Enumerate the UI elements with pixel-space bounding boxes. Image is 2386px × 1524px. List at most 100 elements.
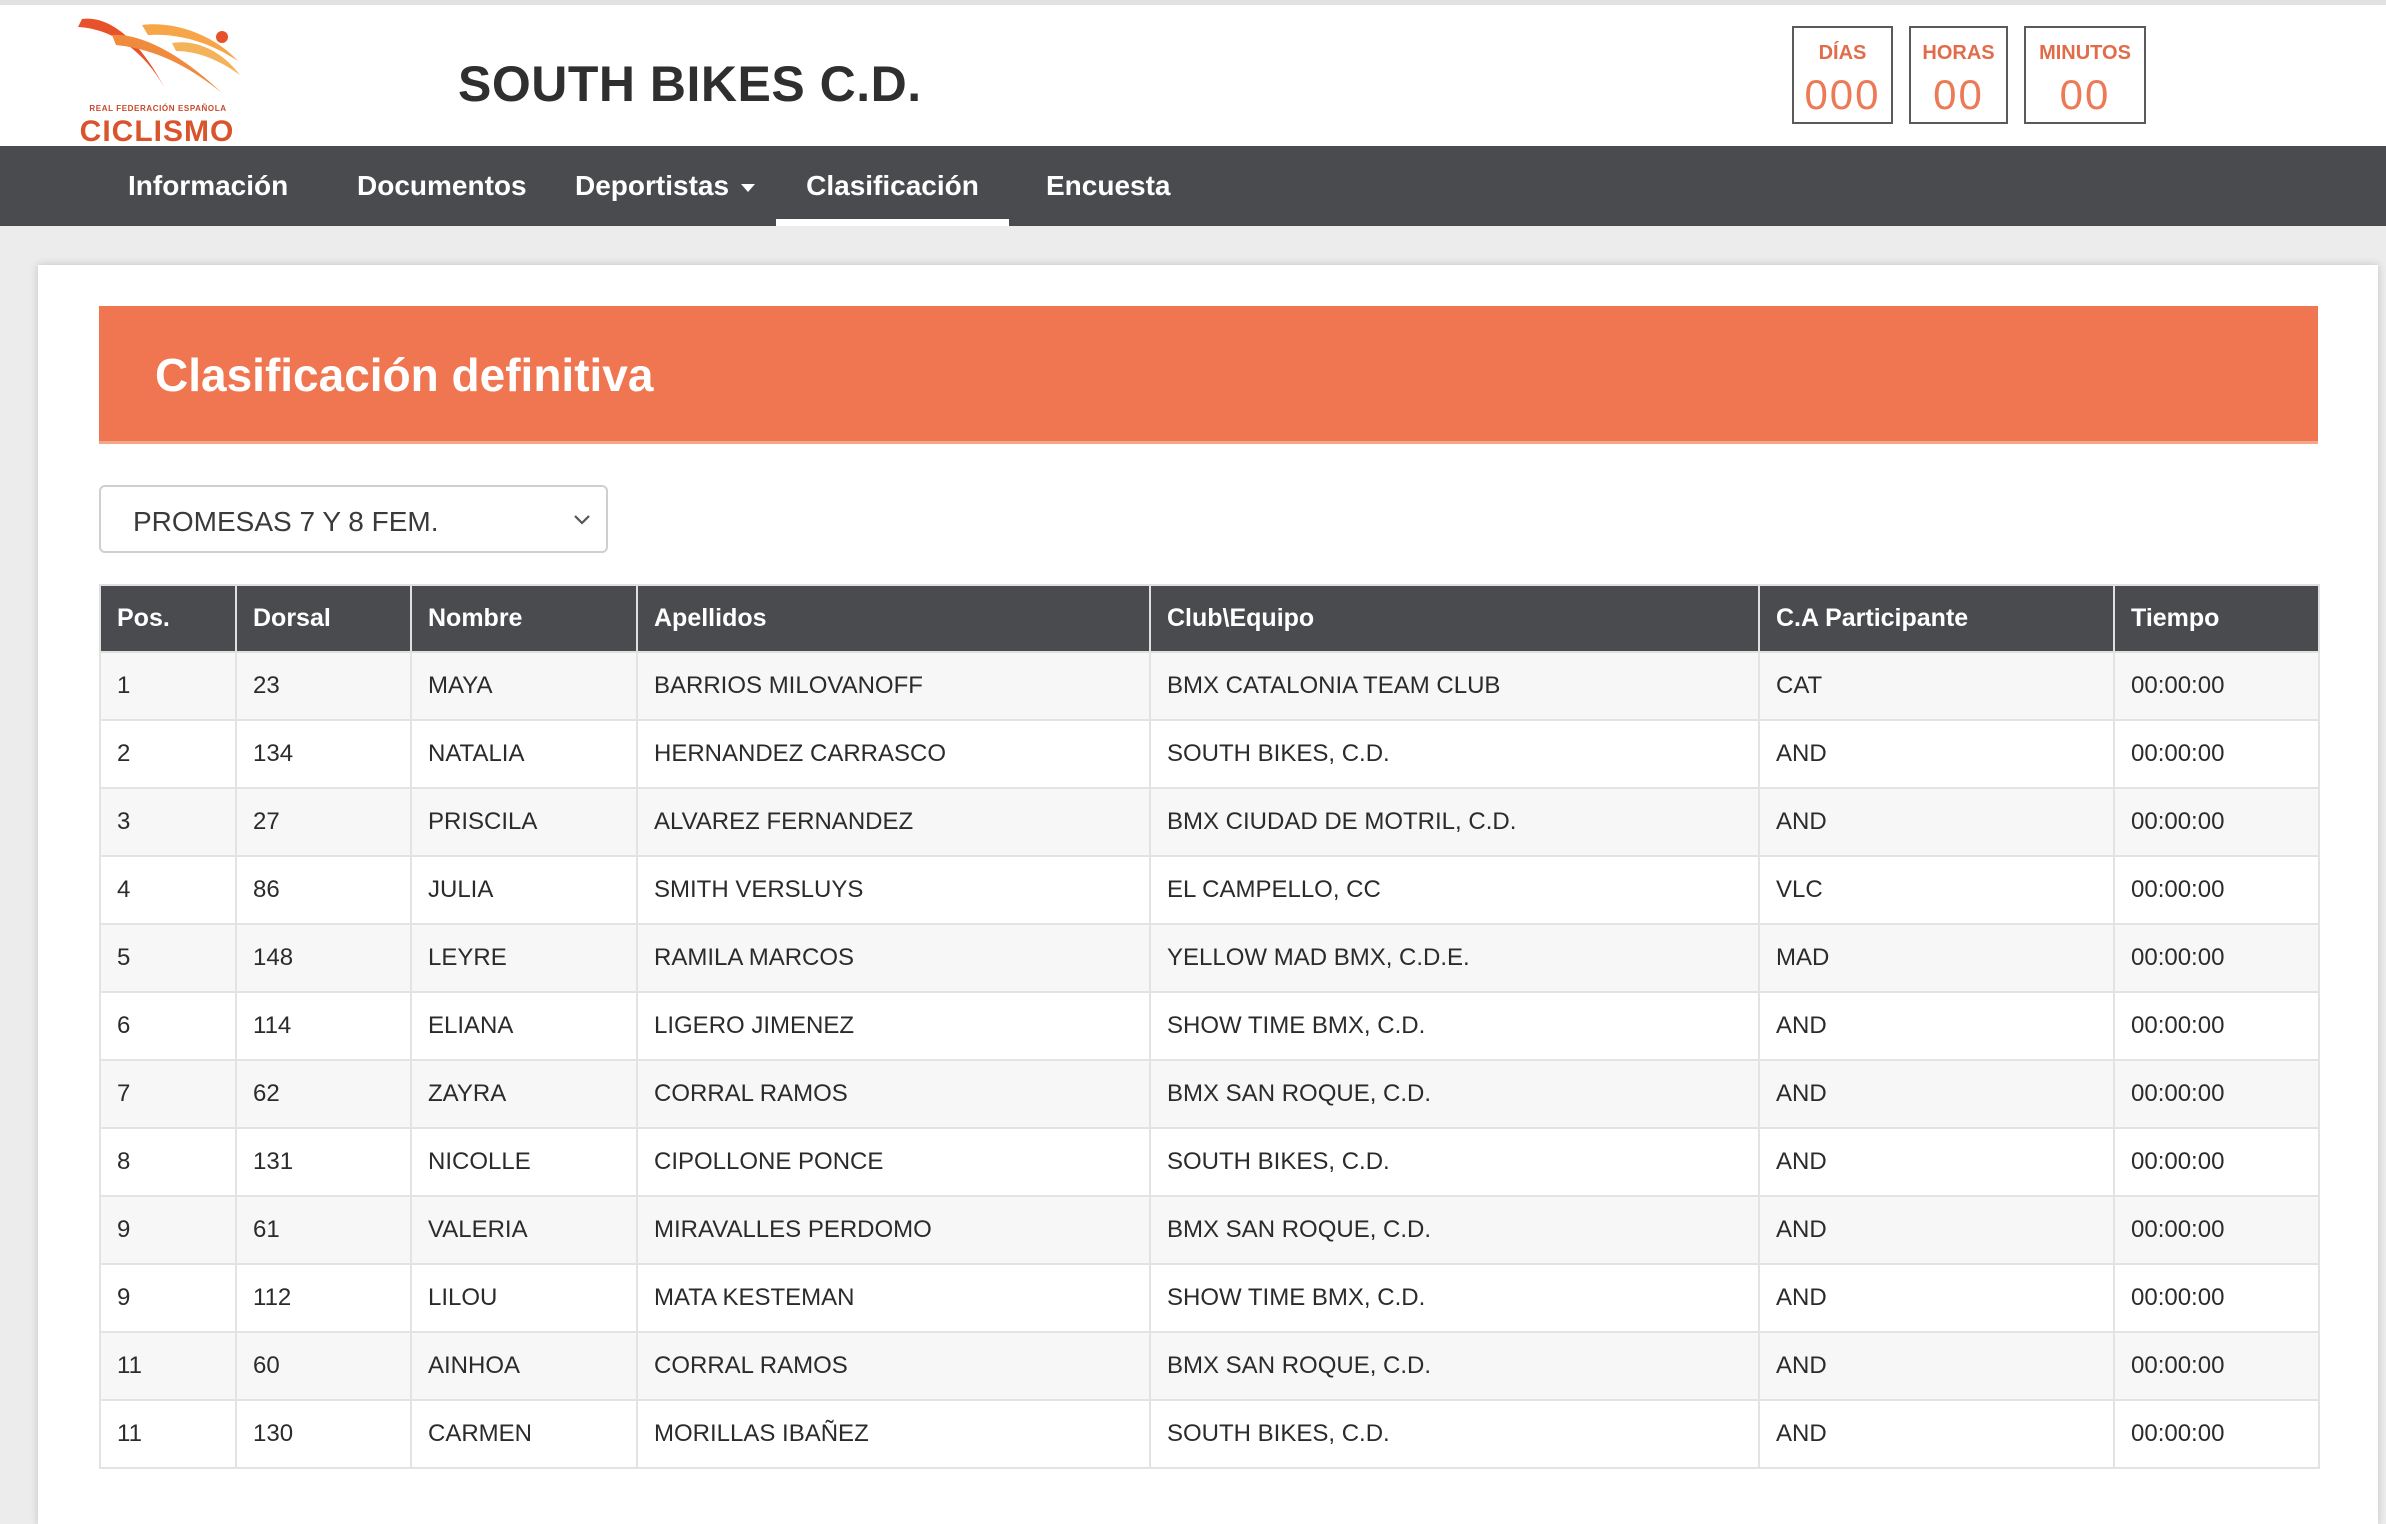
cell-apellidos: LIGERO JIMENEZ [636, 991, 1151, 1061]
caret-down-icon [741, 183, 756, 192]
chevron-down-icon [574, 515, 590, 525]
cell-nombre: JULIA [410, 855, 638, 925]
cell-club: SOUTH BIKES, C.D. [1149, 1399, 1760, 1469]
nav-item-clasificacion[interactable]: Clasificación [776, 146, 1009, 226]
cell-apellidos: CORRAL RAMOS [636, 1059, 1151, 1129]
classification-card: Clasificación definitiva PROMESAS 7 Y 8 … [38, 265, 2378, 1524]
cell-nombre: NICOLLE [410, 1127, 638, 1197]
logo-ciclismo-text: CICLISMO [79, 115, 235, 148]
category-select-value: PROMESAS 7 Y 8 FEM. [133, 506, 439, 537]
cell-tiempo: 00:00:00 [2113, 787, 2320, 857]
cell-ca: AND [1758, 991, 2115, 1061]
cell-pos: 5 [99, 923, 237, 993]
cell-ca: AND [1758, 1331, 2115, 1401]
cell-ca: AND [1758, 719, 2115, 789]
cell-tiempo: 00:00:00 [2113, 1399, 2320, 1469]
cell-club: BMX CIUDAD DE MOTRIL, C.D. [1149, 787, 1760, 857]
table-row: 9 112 LILOU MATA KESTEMAN SHOW TIME BMX, C.D… [99, 1263, 2320, 1333]
cell-ca: CAT [1758, 651, 2115, 721]
column-header-club: Club\Equipo [1149, 584, 1760, 653]
column-header-apellidos: Apellidos [636, 584, 1151, 653]
cell-pos: 4 [99, 855, 237, 925]
table-row: 8 131 NICOLLE CIPOLLONE PONCE SOUTH BIKES, C… [99, 1127, 2320, 1197]
cell-tiempo: 00:00:00 [2113, 1263, 2320, 1333]
table-row: 2 134 NATALIA HERNANDEZ CARRASCO SOUTH BIKES… [99, 719, 2320, 789]
cell-nombre: ZAYRA [410, 1059, 638, 1129]
cell-apellidos: SMITH VERSLUYS [636, 855, 1151, 925]
cell-pos: 6 [99, 991, 237, 1061]
page-title: Clasificación definitiva [155, 349, 654, 401]
countdown-hours: HORAS 00 [1909, 26, 2008, 124]
column-header-ca: C.A Participante [1758, 584, 2115, 653]
nav-item-informacion[interactable]: Información [128, 146, 288, 226]
cell-tiempo: 00:00:00 [2113, 855, 2320, 925]
cell-nombre: ELIANA [410, 991, 638, 1061]
cell-ca: AND [1758, 1127, 2115, 1197]
main-nav: Información Documentos Deportistas Clasi… [0, 146, 2386, 226]
cell-dorsal: 114 [235, 991, 412, 1061]
table-row: 1 23 MAYA BARRIOS MILOVANOFF BMX CATALONIA T… [99, 651, 2320, 721]
cell-apellidos: MORILLAS IBAÑEZ [636, 1399, 1151, 1469]
category-select[interactable]: PROMESAS 7 Y 8 FEM. [99, 485, 608, 553]
cell-pos: 11 [99, 1331, 237, 1401]
site-header: REAL FEDERACIÓN ESPAÑOLA CICLISMO SOUTH … [0, 5, 2386, 148]
event-title: SOUTH BIKES C.D. [458, 56, 922, 112]
cell-apellidos: HERNANDEZ CARRASCO [636, 719, 1151, 789]
table-row: 5 148 LEYRE RAMILA MARCOS YELLOW MAD BMX, C.… [99, 923, 2320, 993]
column-header-nombre: Nombre [410, 584, 638, 653]
cell-nombre: VALERIA [410, 1195, 638, 1265]
table-row: 4 86 JULIA SMITH VERSLUYS EL CAMPELLO, CC VLC… [99, 855, 2320, 925]
cell-ca: AND [1758, 1195, 2115, 1265]
countdown-days-value: 000 [1804, 71, 1881, 118]
cell-dorsal: 61 [235, 1195, 412, 1265]
cell-club: BMX SAN ROQUE, C.D. [1149, 1059, 1760, 1129]
cell-dorsal: 60 [235, 1331, 412, 1401]
nav-item-deportistas-label: Deportistas [575, 170, 730, 201]
countdown-hours-label: HORAS [1922, 42, 1995, 64]
cell-pos: 2 [99, 719, 237, 789]
cell-apellidos: BARRIOS MILOVANOFF [636, 651, 1151, 721]
nav-item-deportistas[interactable]: Deportistas [575, 146, 756, 226]
cell-dorsal: 134 [235, 719, 412, 789]
classification-table: Pos. Dorsal Nombre Apellidos Club\Equipo C.A … [99, 584, 2320, 1469]
cell-dorsal: 148 [235, 923, 412, 993]
column-header-tiempo: Tiempo [2113, 584, 2320, 653]
countdown-minutes-label: MINUTOS [2039, 42, 2131, 64]
nav-item-encuesta[interactable]: Encuesta [1046, 146, 1171, 226]
cell-tiempo: 00:00:00 [2113, 651, 2320, 721]
cell-dorsal: 62 [235, 1059, 412, 1129]
cell-ca: AND [1758, 1399, 2115, 1469]
cell-ca: AND [1758, 787, 2115, 857]
cell-pos: 9 [99, 1195, 237, 1265]
cell-ca: AND [1758, 1059, 2115, 1129]
cell-club: BMX SAN ROQUE, C.D. [1149, 1331, 1760, 1401]
cell-pos: 3 [99, 787, 237, 857]
cell-club: EL CAMPELLO, CC [1149, 855, 1760, 925]
cell-club: YELLOW MAD BMX, C.D.E. [1149, 923, 1760, 993]
cell-apellidos: MIRAVALLES PERDOMO [636, 1195, 1151, 1265]
cell-tiempo: 00:00:00 [2113, 719, 2320, 789]
cell-nombre: PRISCILA [410, 787, 638, 857]
cell-club: BMX SAN ROQUE, C.D. [1149, 1195, 1760, 1265]
cell-pos: 7 [99, 1059, 237, 1129]
rfec-logo[interactable]: REAL FEDERACIÓN ESPAÑOLA CICLISMO [72, 15, 242, 148]
classification-banner: Clasificación definitiva [99, 306, 2318, 444]
cell-nombre: CARMEN [410, 1399, 638, 1469]
countdown-minutes: MINUTOS 00 [2024, 26, 2146, 124]
cell-apellidos: CIPOLLONE PONCE [636, 1127, 1151, 1197]
cell-dorsal: 112 [235, 1263, 412, 1333]
cell-club: SOUTH BIKES, C.D. [1149, 1127, 1760, 1197]
cell-pos: 1 [99, 651, 237, 721]
cell-club: BMX CATALONIA TEAM CLUB [1149, 651, 1760, 721]
cell-nombre: AINHOA [410, 1331, 638, 1401]
cell-apellidos: CORRAL RAMOS [636, 1331, 1151, 1401]
countdown-minutes-value: 00 [2059, 71, 2111, 118]
cell-tiempo: 00:00:00 [2113, 1195, 2320, 1265]
cell-nombre: LEYRE [410, 923, 638, 993]
table-header-row: Pos. Dorsal Nombre Apellidos Club\Equipo C.A … [99, 584, 2320, 653]
cell-pos: 11 [99, 1399, 237, 1469]
table-row: 6 114 ELIANA LIGERO JIMENEZ SHOW TIME BMX, C… [99, 991, 2320, 1061]
nav-item-documentos[interactable]: Documentos [357, 146, 527, 226]
cell-club: SOUTH BIKES, C.D. [1149, 719, 1760, 789]
cell-dorsal: 27 [235, 787, 412, 857]
